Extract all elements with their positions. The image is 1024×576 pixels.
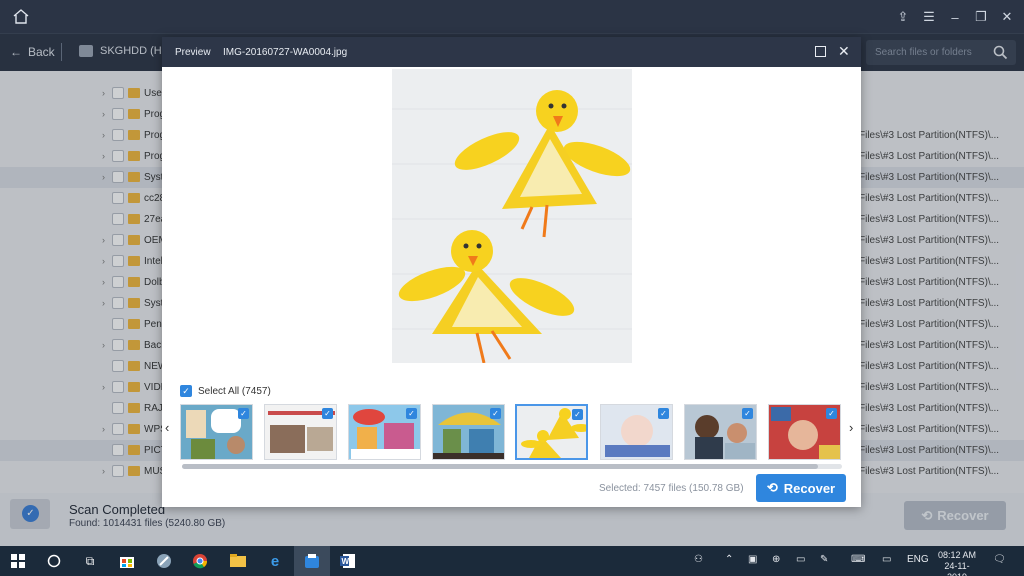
network-globe-icon[interactable]: ⊕ [772,554,780,565]
task-view-icon[interactable]: ⧉ [80,551,100,571]
recover-button[interactable]: ⟲ Recover [756,474,846,502]
close-icon[interactable]: ✕ [996,6,1018,28]
windows-start-icon[interactable] [8,551,28,571]
chevron-up-icon[interactable]: ⌃ [725,554,733,565]
chrome-icon[interactable] [190,551,210,571]
thumbnail-item[interactable]: ✓ [600,404,673,460]
preview-header: Preview IMG-20160727-WA0004.jpg ✕ [162,37,861,67]
app-titlebar: ⇪ ☰ – ❐ ✕ [0,0,1024,33]
close-dialog-icon[interactable]: ✕ [838,44,850,58]
preview-label: Preview [175,47,211,58]
file-explorer-icon[interactable] [228,551,248,571]
restore-icon[interactable]: ❐ [970,6,992,28]
keyboard-icon[interactable]: ⌨ [851,554,865,565]
thumbnail-check-icon[interactable]: ✓ [742,408,753,419]
clock-date: 24-11-2019 [944,561,970,576]
thumbnail-item[interactable]: ✓ [432,404,505,460]
pen-app-icon[interactable] [154,551,174,571]
thumbnail-strip: ✓ ✓ ✓ ✓ ✓ ✓ ✓ ✓ [180,404,843,460]
people-icon[interactable]: ⚇ [694,554,703,565]
pen-icon[interactable]: ✎ [820,554,828,565]
preview-dialog: Preview IMG-20160727-WA0004.jpg ✕ ✓ Sele… [162,37,861,507]
checkbox-checked-icon: ✓ [180,385,192,397]
preview-stage [162,67,861,371]
menu-icon[interactable]: ☰ [918,6,940,28]
thumbnail-check-icon[interactable]: ✓ [406,408,417,419]
thumbnail-check-icon[interactable]: ✓ [826,408,837,419]
clock[interactable]: 08:12 AM 24-11-2019 [935,550,979,576]
select-all-checkbox[interactable]: ✓ Select All (7457) [180,385,271,397]
share-icon[interactable]: ⇪ [892,6,914,28]
home-icon[interactable] [12,8,30,24]
recover-button-label: Recover [783,480,836,496]
thumbnail-item[interactable]: ✓ [684,404,757,460]
thumbnail-check-icon[interactable]: ✓ [490,408,501,419]
select-all-label: Select All (7457) [198,385,271,397]
chevron-left-icon[interactable]: ‹ [165,420,169,435]
thumbnail-check-icon[interactable]: ✓ [658,408,669,419]
notification-icon[interactable]: 🗨 [993,554,1006,565]
search-taskbar-icon[interactable] [44,551,64,571]
thumbnail-check-icon[interactable]: ✓ [572,409,583,420]
edge-icon[interactable]: e [265,551,285,571]
recover-icon: ⟲ [766,480,778,495]
thumbnail-check-icon[interactable]: ✓ [238,408,249,419]
thumbnail-check-icon[interactable]: ✓ [322,408,333,419]
thumbnail-scrollbar[interactable] [182,464,842,469]
selected-info: Selected: 7457 files (150.78 GB) [599,483,744,494]
desktop-icon[interactable]: ▭ [882,554,891,565]
language-label[interactable]: ENG [907,554,929,565]
tray-app-icon[interactable]: ▣ [748,554,757,565]
svg-text:W: W [342,557,350,566]
windows-taskbar: ⧉ e W ⚇ ⌃ ▣ ⊕ ▭ ✎ ⌨ ▭ ENG 08:12 AM 24-11… [0,546,1024,576]
scrollbar-thumb[interactable] [182,464,818,469]
thumbnail-item[interactable]: ✓ [180,404,253,460]
thumbnail-item[interactable]: ✓ [515,404,588,460]
minimize-icon[interactable]: – [944,6,966,28]
thumbnail-item[interactable]: ✓ [768,404,841,460]
word-icon[interactable]: W [338,551,358,571]
preview-image [392,69,632,363]
maximize-icon[interactable] [815,46,826,57]
thumbnail-item[interactable]: ✓ [264,404,337,460]
clock-time: 08:12 AM [937,550,977,560]
store-icon[interactable] [117,551,137,571]
volume-icon[interactable]: ▭ [796,554,805,565]
preview-file-name: IMG-20160727-WA0004.jpg [223,47,348,58]
recovery-app-taskbar-icon[interactable] [302,551,322,571]
chevron-right-icon[interactable]: › [849,420,853,435]
thumbnail-item[interactable]: ✓ [348,404,421,460]
